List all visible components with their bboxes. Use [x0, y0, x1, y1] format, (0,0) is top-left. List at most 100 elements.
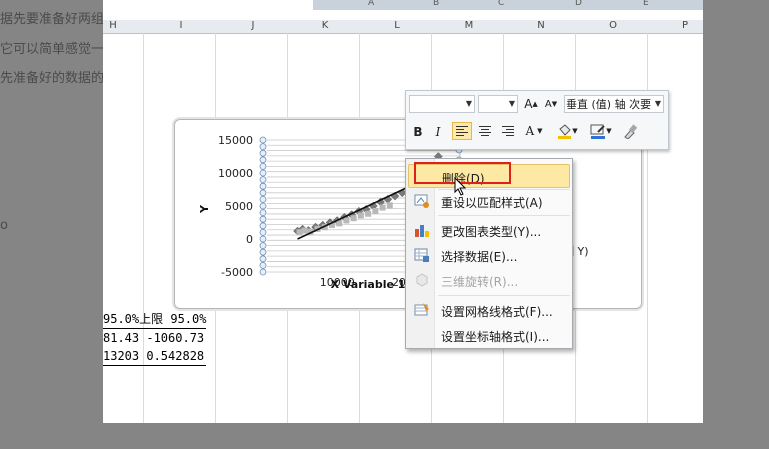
align-right-icon	[502, 126, 514, 136]
paint-bucket-icon	[558, 124, 572, 139]
axis-selection-handle	[259, 149, 267, 157]
3d-rotation-icon	[416, 273, 428, 287]
y-tick-label: 0	[246, 233, 253, 246]
axis-selection-handle	[259, 209, 267, 216]
axis-selection-handle	[259, 182, 267, 190]
data-point	[350, 215, 357, 222]
menu-item-reset-style[interactable]: 重设以匹配样式(A)	[408, 189, 570, 213]
menu-separator	[438, 215, 570, 216]
axis-selection-handle	[259, 163, 267, 170]
font-color-icon: A	[525, 124, 535, 138]
font-size-combo[interactable]: ▼	[478, 95, 518, 113]
cell-row[interactable]: 95.0%上限 95.0%	[103, 310, 207, 329]
menu-item-label: 更改图表类型(Y)...	[441, 225, 542, 239]
menu-item-change-chart-type[interactable]: 更改图表类型(Y)...	[408, 218, 570, 242]
axis-selection-handle	[259, 196, 267, 203]
column-label: A	[368, 0, 375, 8]
cell-row[interactable]: 13203 0.542828	[103, 347, 207, 366]
menu-item-label: 设置网格线格式(F)...	[441, 305, 553, 319]
chart-element-select[interactable]: 垂直 (值) 轴 次要 ▼	[564, 95, 664, 113]
menu-item-label: 选择数据(E)...	[441, 250, 518, 264]
menu-item-3d-rotation[interactable]: 三维旋转(R)...	[408, 268, 570, 292]
column-header-j[interactable]: J	[243, 20, 263, 31]
menu-item-label: 设置坐标轴格式(I)...	[441, 330, 550, 344]
axis-selection-handle	[259, 255, 267, 263]
axis-selection-handle	[259, 136, 267, 144]
grow-font-button[interactable]: A ▲	[522, 95, 540, 113]
y-tick-label: 15000	[218, 134, 253, 147]
data-point	[372, 207, 379, 214]
column-header-k[interactable]: K	[315, 20, 335, 31]
column-label: C	[498, 0, 505, 8]
align-left-icon	[456, 126, 468, 136]
column-header-l[interactable]: L	[387, 20, 407, 31]
axis-selection-handle	[259, 202, 267, 210]
menu-item-format-axis[interactable]: 设置坐标轴格式(I)...	[408, 323, 570, 347]
menu-item-format-gridlines[interactable]: 设置网格线格式(F)...	[408, 298, 570, 322]
align-right-button[interactable]	[498, 122, 518, 140]
axis-selection-handle	[259, 229, 267, 236]
shrink-font-button[interactable]: A ▼	[542, 95, 560, 113]
column-header-o[interactable]: O	[603, 20, 623, 31]
font-color-button[interactable]: A ▼	[522, 122, 546, 140]
column-header-i[interactable]: I	[171, 20, 191, 31]
align-left-button[interactable]	[452, 122, 472, 140]
axis-selection-handle	[259, 242, 267, 249]
column-header-strip-top: A B C D E	[313, 0, 703, 10]
mouse-cursor-icon	[454, 177, 467, 196]
axis-selection-handle	[259, 235, 267, 243]
data-point	[386, 202, 393, 209]
y-tick-label: -5000	[221, 266, 253, 279]
mini-toolbar: ▼ ▼ A ▲ A ▼ 垂直 (值) 轴 次要 ▼ B I A ▼ ▼ ▼	[405, 90, 669, 150]
data-point	[379, 204, 386, 211]
cell-values: 95.0%上限 95.0% 81.43 -1060.73 13203 0.542…	[103, 310, 207, 366]
axis-selection-handle	[259, 248, 267, 256]
fill-color-button[interactable]: ▼	[552, 122, 582, 140]
column-label: D	[575, 0, 582, 8]
align-center-icon	[479, 126, 491, 136]
pen-outline-icon	[590, 124, 606, 139]
data-point	[343, 217, 350, 224]
italic-button[interactable]: I	[430, 123, 446, 141]
format-painter-button[interactable]	[620, 122, 640, 140]
y-tick-label: 10000	[218, 167, 253, 180]
reset-style-icon	[414, 194, 429, 208]
axis-selection-handle	[259, 143, 267, 151]
format-gridlines-icon	[414, 303, 429, 316]
grow-font-icon: A	[524, 97, 533, 111]
axis-selection-handle	[259, 215, 267, 223]
column-header-h[interactable]: H	[103, 20, 123, 31]
y-axis-label: Y	[198, 204, 211, 214]
font-name-combo[interactable]: ▼	[409, 95, 475, 113]
column-header-p[interactable]: P	[675, 20, 695, 31]
chevron-down-icon: ▼	[654, 99, 661, 108]
bold-button[interactable]: B	[410, 123, 426, 141]
chevron-down-icon: ▼	[508, 99, 515, 108]
menu-separator	[438, 295, 570, 296]
axis-selection-handle	[259, 261, 267, 269]
axis-selection-handle	[259, 222, 267, 230]
menu-item-select-data[interactable]: 选择数据(E)...	[408, 243, 570, 267]
axis-selection-handle	[259, 268, 267, 276]
context-menu: 删除(D) 重设以匹配样式(A) 更改图表类型(Y)... 选择数据(E)...…	[405, 158, 573, 349]
select-data-icon	[414, 248, 429, 262]
chart-element-value: 垂直 (值) 轴 次要	[566, 98, 652, 111]
background-text-line: 先准备好的数据的	[0, 71, 105, 86]
background-text-char: o	[0, 218, 8, 233]
chart-type-icon	[415, 225, 429, 237]
background-text-line: 它可以简单感觉一	[0, 42, 105, 57]
axis-selection-handle	[259, 189, 267, 197]
data-point	[301, 227, 308, 234]
column-header-m[interactable]: M	[459, 20, 479, 31]
axis-selection-handle	[259, 169, 267, 177]
y-tick-label: 5000	[225, 200, 253, 213]
align-center-button[interactable]	[475, 122, 495, 140]
column-header-n[interactable]: N	[531, 20, 551, 31]
column-label: B	[433, 0, 440, 8]
data-point	[357, 212, 364, 219]
data-point	[365, 210, 372, 217]
cell-row[interactable]: 81.43 -1060.73	[103, 329, 206, 347]
menu-item-label: 三维旋转(R)...	[441, 275, 519, 289]
outline-color-button[interactable]: ▼	[586, 122, 616, 140]
column-header-row: H I J K L M N O P	[103, 20, 703, 34]
